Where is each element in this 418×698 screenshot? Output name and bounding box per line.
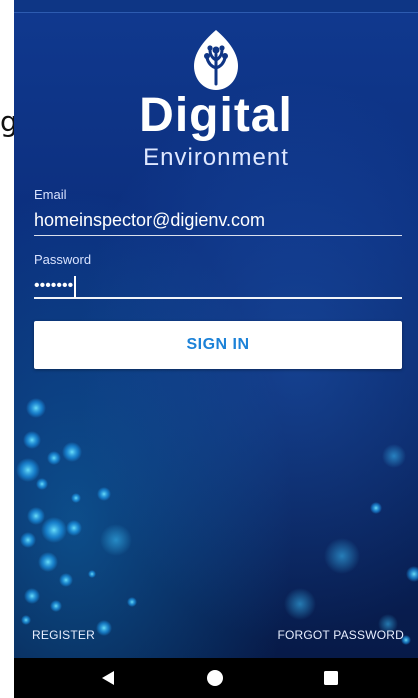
email-field[interactable] [34, 206, 402, 234]
password-field[interactable]: ••••••• [34, 276, 402, 304]
recents-square-icon[interactable] [321, 668, 341, 688]
back-triangle-icon[interactable] [98, 668, 118, 688]
register-link[interactable]: REGISTER [32, 628, 95, 642]
email-label: Email [34, 187, 67, 202]
left-edge-strip: g [0, 0, 18, 698]
home-circle-icon[interactable] [205, 668, 225, 688]
forgot-password-link[interactable]: FORGOT PASSWORD [277, 628, 404, 642]
status-bar [14, 0, 418, 13]
brand-title: Digital [139, 89, 293, 142]
password-underline [34, 297, 402, 299]
device-screen: Digital Environment Email Password •••••… [14, 0, 418, 698]
text-cursor [74, 276, 76, 298]
brand-subtitle: Environment [143, 144, 289, 171]
sign-in-button[interactable]: SIGN IN [34, 321, 402, 369]
login-screen: Digital Environment Email Password •••••… [14, 0, 418, 658]
email-underline [34, 235, 402, 236]
system-navigation-bar [14, 658, 418, 698]
logo [14, 28, 418, 92]
password-label: Password [34, 252, 92, 267]
password-masked-value: ••••••• [34, 277, 74, 294]
leaf-tree-icon [194, 30, 238, 90]
